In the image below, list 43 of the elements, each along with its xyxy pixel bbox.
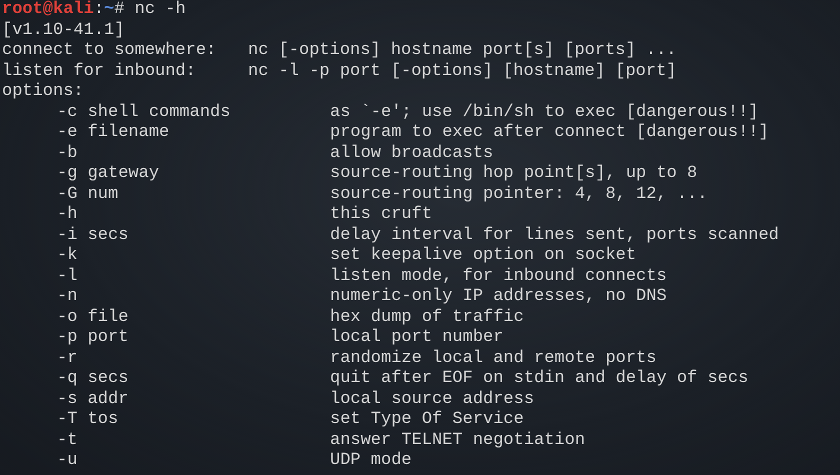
option-description: source-routing hop point[s], up to 8: [330, 164, 698, 184]
options-heading: options:: [2, 82, 84, 102]
option-name-label: -T tos: [57, 410, 118, 429]
option-name-label: -o file: [57, 308, 128, 326]
option-name-label: -l: [57, 266, 78, 286]
option-description: program to exec after connect [dangerous!!]: [330, 123, 769, 144]
option-description: UDP mode: [330, 451, 412, 472]
option-name-label: -r: [57, 348, 78, 368]
option-name-label: -h: [57, 205, 78, 224]
option-description: numeric-only IP addresses, no DNS: [330, 287, 667, 308]
option-name-label: -s addr: [57, 390, 128, 408]
option-name-label: -q secs: [57, 369, 128, 388]
option-name-label: -u: [57, 451, 78, 470]
option-name-label: -t: [57, 430, 78, 450]
option-name-label: -c shell commands: [57, 102, 230, 122]
option-name-label: -g gateway: [57, 164, 160, 183]
option-name-label: -e filename: [57, 123, 170, 142]
option-description: hex dump of traffic: [330, 308, 524, 328]
option-description: answer TELNET negotiation: [330, 430, 586, 451]
command-prompt: root@kali:~# nc -h: [2, 0, 187, 20]
option-description: local source address: [330, 390, 534, 410]
usage-label: connect to somewhere:: [2, 41, 216, 60]
option-description: quit after EOF on stdin and delay of secs: [330, 369, 748, 390]
option-description: source-routing pointer: 4, 8, 12, ...: [330, 184, 708, 205]
option-description: set keepalive option on socket: [330, 246, 636, 266]
option-description: delay interval for lines sent, ports scanned: [330, 226, 779, 246]
option-description: allow broadcasts: [330, 144, 494, 164]
option-name-label: -k: [57, 246, 78, 265]
usage-label: listen for inbound:: [2, 62, 196, 80]
option-description: randomize local and remote ports: [330, 348, 656, 369]
option-name-label: -G num: [57, 184, 118, 204]
option-description: listen mode, for inbound connects: [330, 266, 667, 287]
version-text: [v1.10-41.1]: [2, 20, 124, 41]
option-description: as `-e'; use /bin/sh to exec [dangerous!!]: [330, 102, 758, 123]
option-name-label: -i secs: [57, 226, 128, 244]
option-description: local port number: [330, 328, 504, 348]
option-description: this cruft: [330, 205, 432, 226]
option-name-label: -p port: [57, 328, 128, 347]
usage-syntax: nc -l -p port [-options] [hostname] [port]: [248, 62, 676, 82]
usage-syntax: nc [-options] hostname port[s] [ports] ...: [248, 41, 676, 62]
option-name-label: -n: [57, 287, 78, 306]
option-description: set Type Of Service: [330, 410, 524, 430]
option-name-label: -b: [57, 144, 78, 162]
